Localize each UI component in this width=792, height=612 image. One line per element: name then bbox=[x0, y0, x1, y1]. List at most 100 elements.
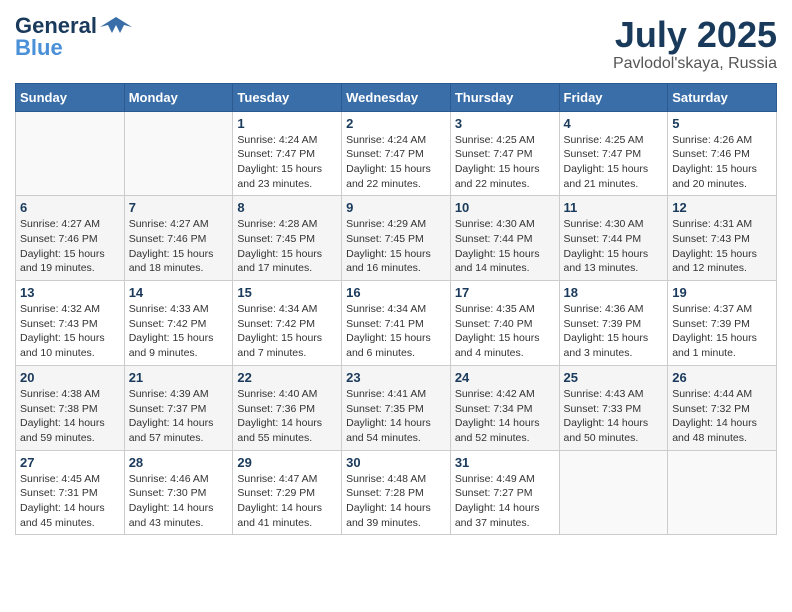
day-number: 23 bbox=[346, 370, 446, 385]
day-info: Sunrise: 4:47 AM Sunset: 7:29 PM Dayligh… bbox=[237, 472, 337, 531]
calendar-cell: 9 Sunrise: 4:29 AM Sunset: 7:45 PM Daylig… bbox=[342, 196, 451, 281]
day-number: 6 bbox=[20, 200, 120, 215]
day-info: Sunrise: 4:33 AM Sunset: 7:42 PM Dayligh… bbox=[129, 302, 229, 361]
day-number: 10 bbox=[455, 200, 555, 215]
day-number: 27 bbox=[20, 455, 120, 470]
day-info: Sunrise: 4:34 AM Sunset: 7:42 PM Dayligh… bbox=[237, 302, 337, 361]
calendar-cell bbox=[16, 111, 125, 196]
day-info: Sunrise: 4:25 AM Sunset: 7:47 PM Dayligh… bbox=[564, 133, 664, 192]
weekday-header-monday: Monday bbox=[124, 83, 233, 111]
calendar-cell: 12 Sunrise: 4:31 AM Sunset: 7:43 PM Dayli… bbox=[668, 196, 777, 281]
calendar-cell bbox=[559, 450, 668, 535]
weekday-header-thursday: Thursday bbox=[450, 83, 559, 111]
calendar-cell: 19 Sunrise: 4:37 AM Sunset: 7:39 PM Dayli… bbox=[668, 281, 777, 366]
weekday-header-tuesday: Tuesday bbox=[233, 83, 342, 111]
day-number: 12 bbox=[672, 200, 772, 215]
day-number: 14 bbox=[129, 285, 229, 300]
day-info: Sunrise: 4:42 AM Sunset: 7:34 PM Dayligh… bbox=[455, 387, 555, 446]
calendar-table: SundayMondayTuesdayWednesdayThursdayFrid… bbox=[15, 83, 777, 536]
day-info: Sunrise: 4:43 AM Sunset: 7:33 PM Dayligh… bbox=[564, 387, 664, 446]
calendar-cell: 18Sunrise: 4:36 AM Sunset: 7:39 PM Dayli… bbox=[559, 281, 668, 366]
day-number: 16 bbox=[346, 285, 446, 300]
calendar-cell: 1 Sunrise: 4:24 AM Sunset: 7:47 PM Daylig… bbox=[233, 111, 342, 196]
logo: General Blue bbox=[15, 15, 132, 59]
calendar-cell: 2Sunrise: 4:24 AM Sunset: 7:47 PM Daylig… bbox=[342, 111, 451, 196]
calendar-cell bbox=[124, 111, 233, 196]
day-info: Sunrise: 4:39 AM Sunset: 7:37 PM Dayligh… bbox=[129, 387, 229, 446]
logo-bird-icon bbox=[100, 15, 132, 37]
day-info: Sunrise: 4:41 AM Sunset: 7:35 PM Dayligh… bbox=[346, 387, 446, 446]
weekday-header-sunday: Sunday bbox=[16, 83, 125, 111]
day-number: 1 bbox=[237, 116, 337, 131]
day-info: Sunrise: 4:37 AM Sunset: 7:39 PM Dayligh… bbox=[672, 302, 772, 361]
logo-general-text: General bbox=[15, 15, 97, 37]
day-info: Sunrise: 4:40 AM Sunset: 7:36 PM Dayligh… bbox=[237, 387, 337, 446]
weekday-header-friday: Friday bbox=[559, 83, 668, 111]
calendar-cell: 17 Sunrise: 4:35 AM Sunset: 7:40 PM Dayli… bbox=[450, 281, 559, 366]
day-number: 29 bbox=[237, 455, 337, 470]
week-row-2: 6 Sunrise: 4:27 AM Sunset: 7:46 PM Daylig… bbox=[16, 196, 777, 281]
logo-blue-text: Blue bbox=[15, 37, 63, 59]
calendar-cell: 23 Sunrise: 4:41 AM Sunset: 7:35 PM Dayli… bbox=[342, 365, 451, 450]
day-info: Sunrise: 4:35 AM Sunset: 7:40 PM Dayligh… bbox=[455, 302, 555, 361]
day-number: 15 bbox=[237, 285, 337, 300]
day-info: Sunrise: 4:24 AM Sunset: 7:47 PM Dayligh… bbox=[346, 133, 446, 192]
day-number: 5 bbox=[672, 116, 772, 131]
day-info: Sunrise: 4:46 AM Sunset: 7:30 PM Dayligh… bbox=[129, 472, 229, 531]
day-number: 25 bbox=[564, 370, 664, 385]
day-number: 4 bbox=[564, 116, 664, 131]
day-number: 7 bbox=[129, 200, 229, 215]
day-number: 26 bbox=[672, 370, 772, 385]
day-number: 11 bbox=[564, 200, 664, 215]
day-number: 28 bbox=[129, 455, 229, 470]
day-info: Sunrise: 4:32 AM Sunset: 7:43 PM Dayligh… bbox=[20, 302, 120, 361]
day-info: Sunrise: 4:38 AM Sunset: 7:38 PM Dayligh… bbox=[20, 387, 120, 446]
day-info: Sunrise: 4:30 AM Sunset: 7:44 PM Dayligh… bbox=[564, 217, 664, 276]
calendar-cell: 16 Sunrise: 4:34 AM Sunset: 7:41 PM Dayli… bbox=[342, 281, 451, 366]
calendar-cell: 24 Sunrise: 4:42 AM Sunset: 7:34 PM Dayli… bbox=[450, 365, 559, 450]
day-number: 24 bbox=[455, 370, 555, 385]
calendar-cell: 20Sunrise: 4:38 AM Sunset: 7:38 PM Dayli… bbox=[16, 365, 125, 450]
calendar-cell: 25 Sunrise: 4:43 AM Sunset: 7:33 PM Dayli… bbox=[559, 365, 668, 450]
calendar-cell: 15 Sunrise: 4:34 AM Sunset: 7:42 PM Dayli… bbox=[233, 281, 342, 366]
calendar-cell: 27 Sunrise: 4:45 AM Sunset: 7:31 PM Dayli… bbox=[16, 450, 125, 535]
day-info: Sunrise: 4:27 AM Sunset: 7:46 PM Dayligh… bbox=[20, 217, 120, 276]
calendar-cell: 21Sunrise: 4:39 AM Sunset: 7:37 PM Dayli… bbox=[124, 365, 233, 450]
calendar-cell: 31 Sunrise: 4:49 AM Sunset: 7:27 PM Dayli… bbox=[450, 450, 559, 535]
month-title: July 2025 bbox=[613, 15, 777, 55]
day-info: Sunrise: 4:30 AM Sunset: 7:44 PM Dayligh… bbox=[455, 217, 555, 276]
day-number: 30 bbox=[346, 455, 446, 470]
day-number: 31 bbox=[455, 455, 555, 470]
day-info: Sunrise: 4:45 AM Sunset: 7:31 PM Dayligh… bbox=[20, 472, 120, 531]
day-number: 8 bbox=[237, 200, 337, 215]
weekday-header-wednesday: Wednesday bbox=[342, 83, 451, 111]
day-info: Sunrise: 4:48 AM Sunset: 7:28 PM Dayligh… bbox=[346, 472, 446, 531]
day-number: 19 bbox=[672, 285, 772, 300]
calendar-cell: 3Sunrise: 4:25 AM Sunset: 7:47 PM Daylig… bbox=[450, 111, 559, 196]
calendar-cell bbox=[668, 450, 777, 535]
day-info: Sunrise: 4:29 AM Sunset: 7:45 PM Dayligh… bbox=[346, 217, 446, 276]
day-info: Sunrise: 4:49 AM Sunset: 7:27 PM Dayligh… bbox=[455, 472, 555, 531]
page-header: General Blue July 2025 Pavlodol'skaya, R… bbox=[15, 15, 777, 73]
day-number: 9 bbox=[346, 200, 446, 215]
day-info: Sunrise: 4:28 AM Sunset: 7:45 PM Dayligh… bbox=[237, 217, 337, 276]
day-number: 22 bbox=[237, 370, 337, 385]
day-number: 13 bbox=[20, 285, 120, 300]
day-info: Sunrise: 4:27 AM Sunset: 7:46 PM Dayligh… bbox=[129, 217, 229, 276]
day-info: Sunrise: 4:34 AM Sunset: 7:41 PM Dayligh… bbox=[346, 302, 446, 361]
location-title: Pavlodol'skaya, Russia bbox=[613, 55, 777, 73]
calendar-cell: 30 Sunrise: 4:48 AM Sunset: 7:28 PM Dayli… bbox=[342, 450, 451, 535]
day-number: 17 bbox=[455, 285, 555, 300]
day-info: Sunrise: 4:31 AM Sunset: 7:43 PM Dayligh… bbox=[672, 217, 772, 276]
day-info: Sunrise: 4:26 AM Sunset: 7:46 PM Dayligh… bbox=[672, 133, 772, 192]
title-block: July 2025 Pavlodol'skaya, Russia bbox=[613, 15, 777, 73]
calendar-cell: 13 Sunrise: 4:32 AM Sunset: 7:43 PM Dayli… bbox=[16, 281, 125, 366]
day-number: 3 bbox=[455, 116, 555, 131]
calendar-cell: 7 Sunrise: 4:27 AM Sunset: 7:46 PM Daylig… bbox=[124, 196, 233, 281]
calendar-cell: 22 Sunrise: 4:40 AM Sunset: 7:36 PM Dayli… bbox=[233, 365, 342, 450]
calendar-cell: 5 Sunrise: 4:26 AM Sunset: 7:46 PM Daylig… bbox=[668, 111, 777, 196]
calendar-cell: 28 Sunrise: 4:46 AM Sunset: 7:30 PM Dayli… bbox=[124, 450, 233, 535]
day-info: Sunrise: 4:24 AM Sunset: 7:47 PM Dayligh… bbox=[237, 133, 337, 192]
week-row-3: 13 Sunrise: 4:32 AM Sunset: 7:43 PM Dayli… bbox=[16, 281, 777, 366]
weekday-header-saturday: Saturday bbox=[668, 83, 777, 111]
